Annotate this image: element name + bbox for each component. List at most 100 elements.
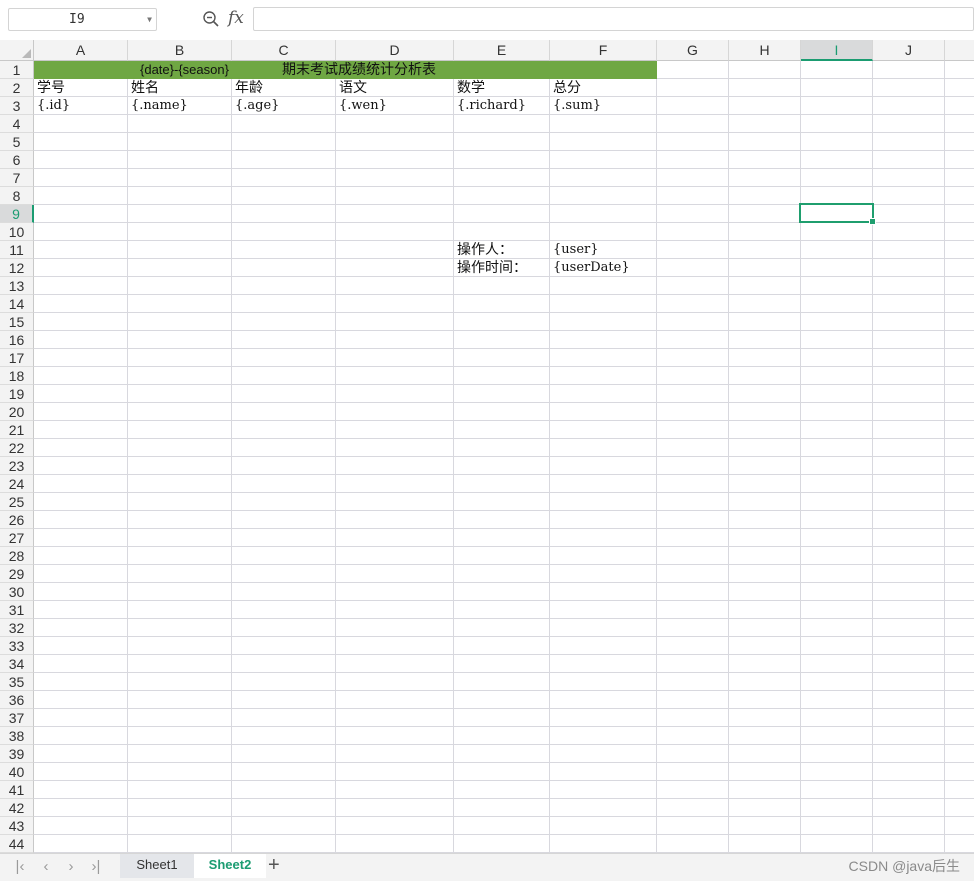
grid-line (656, 61, 657, 853)
column-header-i[interactable]: I (801, 40, 873, 61)
row-header-13[interactable]: 13 (0, 277, 34, 295)
row-header-34[interactable]: 34 (0, 655, 34, 673)
row-header-21[interactable]: 21 (0, 421, 34, 439)
chevron-down-icon[interactable]: ▼ (147, 9, 152, 30)
row-header-37[interactable]: 37 (0, 709, 34, 727)
prev-sheet-icon[interactable]: ‹ (38, 858, 54, 876)
cell-d2[interactable]: 语文 (339, 79, 367, 97)
row-header-42[interactable]: 42 (0, 799, 34, 817)
cell-b2[interactable]: 姓名 (131, 79, 159, 97)
row-header-27[interactable]: 27 (0, 529, 34, 547)
row-header-18[interactable]: 18 (0, 367, 34, 385)
column-header-k[interactable] (945, 40, 974, 61)
row-header-23[interactable]: 23 (0, 457, 34, 475)
last-sheet-icon[interactable]: ›| (88, 858, 104, 876)
row-header-43[interactable]: 43 (0, 817, 34, 835)
grid-line (34, 348, 974, 349)
grid-line (34, 708, 974, 709)
watermark: CSDN @java后生 (848, 858, 960, 874)
column-header-e[interactable]: E (454, 40, 550, 61)
row-header-6[interactable]: 6 (0, 151, 34, 169)
column-header-c[interactable]: C (232, 40, 336, 61)
cell-b3[interactable]: {.name} (131, 97, 188, 115)
row-header-2[interactable]: 2 (0, 79, 34, 97)
next-sheet-icon[interactable]: › (63, 858, 79, 876)
row-header-36[interactable]: 36 (0, 691, 34, 709)
row-header-1[interactable]: 1 (0, 61, 34, 79)
column-header-j[interactable]: J (873, 40, 945, 61)
row-header-25[interactable]: 25 (0, 493, 34, 511)
column-header-a[interactable]: A (34, 40, 128, 61)
row-header-35[interactable]: 35 (0, 673, 34, 691)
cell-f12[interactable]: {userDate} (553, 259, 630, 277)
row-header-33[interactable]: 33 (0, 637, 34, 655)
row-header-32[interactable]: 32 (0, 619, 34, 637)
grid-line (34, 168, 974, 169)
row-header-7[interactable]: 7 (0, 169, 34, 187)
cell-e2[interactable]: 数学 (457, 79, 485, 97)
row-header-4[interactable]: 4 (0, 115, 34, 133)
grid-line (34, 582, 974, 583)
spreadsheet-grid[interactable]: A B C D E F G H I J 1 2 3 4 5 6 7 8 9 10 11 12 13 14 1… (0, 40, 974, 853)
column-header-d[interactable]: D (336, 40, 454, 61)
row-header-12[interactable]: 12 (0, 259, 34, 277)
grid-line (34, 816, 974, 817)
column-header-h[interactable]: H (729, 40, 801, 61)
cell-c3[interactable]: {.age} (235, 97, 279, 115)
row-header-41[interactable]: 41 (0, 781, 34, 799)
row-header-26[interactable]: 26 (0, 511, 34, 529)
row-header-30[interactable]: 30 (0, 583, 34, 601)
column-header-f[interactable]: F (550, 40, 657, 61)
tab-sheet2[interactable]: Sheet2 (194, 854, 266, 878)
cell-f2[interactable]: 总分 (553, 79, 581, 97)
row-header-39[interactable]: 39 (0, 745, 34, 763)
fx-icon[interactable]: fx (228, 8, 244, 28)
row-header-15[interactable]: 15 (0, 313, 34, 331)
row-header-9[interactable]: 9 (0, 205, 34, 223)
row-header-40[interactable]: 40 (0, 763, 34, 781)
row-header-38[interactable]: 38 (0, 727, 34, 745)
row-header-44[interactable]: 44 (0, 835, 34, 853)
formula-input[interactable] (253, 7, 974, 31)
select-all-corner[interactable] (0, 40, 34, 61)
grid-line (872, 61, 873, 853)
grid-line (34, 762, 974, 763)
column-header-g[interactable]: G (657, 40, 729, 61)
row-header-16[interactable]: 16 (0, 331, 34, 349)
zoom-out-icon[interactable] (202, 10, 220, 28)
cell-f11[interactable]: {user} (553, 241, 599, 259)
row-header-28[interactable]: 28 (0, 547, 34, 565)
row-header-29[interactable]: 29 (0, 565, 34, 583)
row-header-14[interactable]: 14 (0, 295, 34, 313)
add-sheet-icon[interactable]: + (268, 855, 280, 875)
cell-f3[interactable]: {.sum} (553, 97, 601, 115)
cell-e12[interactable]: 操作时间： (457, 259, 527, 277)
cell-e3[interactable]: {.richard} (457, 97, 526, 115)
column-header-b[interactable]: B (128, 40, 232, 61)
row-header-20[interactable]: 20 (0, 403, 34, 421)
cell-a2[interactable]: 学号 (37, 79, 65, 97)
row-header-24[interactable]: 24 (0, 475, 34, 493)
grid-line (34, 456, 974, 457)
row-header-8[interactable]: 8 (0, 187, 34, 205)
tab-sheet1[interactable]: Sheet1 (120, 854, 194, 878)
cell-a3[interactable]: {.id} (37, 97, 70, 115)
row-header-31[interactable]: 31 (0, 601, 34, 619)
name-box[interactable]: I9 ▼ (8, 8, 157, 31)
grid-line (800, 61, 801, 853)
active-cell-i9[interactable] (799, 203, 876, 225)
row-header-11[interactable]: 11 (0, 241, 34, 259)
row-header-17[interactable]: 17 (0, 349, 34, 367)
cell-c2[interactable]: 年龄 (235, 79, 263, 97)
row-header-5[interactable]: 5 (0, 133, 34, 151)
cell-e11[interactable]: 操作人： (457, 241, 513, 259)
row-header-19[interactable]: 19 (0, 385, 34, 403)
row-header-3[interactable]: 3 (0, 97, 34, 115)
row-header-22[interactable]: 22 (0, 439, 34, 457)
grid-line (34, 330, 974, 331)
row-header-10[interactable]: 10 (0, 223, 34, 241)
cell-d3[interactable]: {.wen} (339, 97, 387, 115)
formula-bar: I9 ▼ fx (0, 0, 974, 40)
first-sheet-icon[interactable]: |‹ (12, 858, 28, 876)
grid-line (34, 726, 974, 727)
